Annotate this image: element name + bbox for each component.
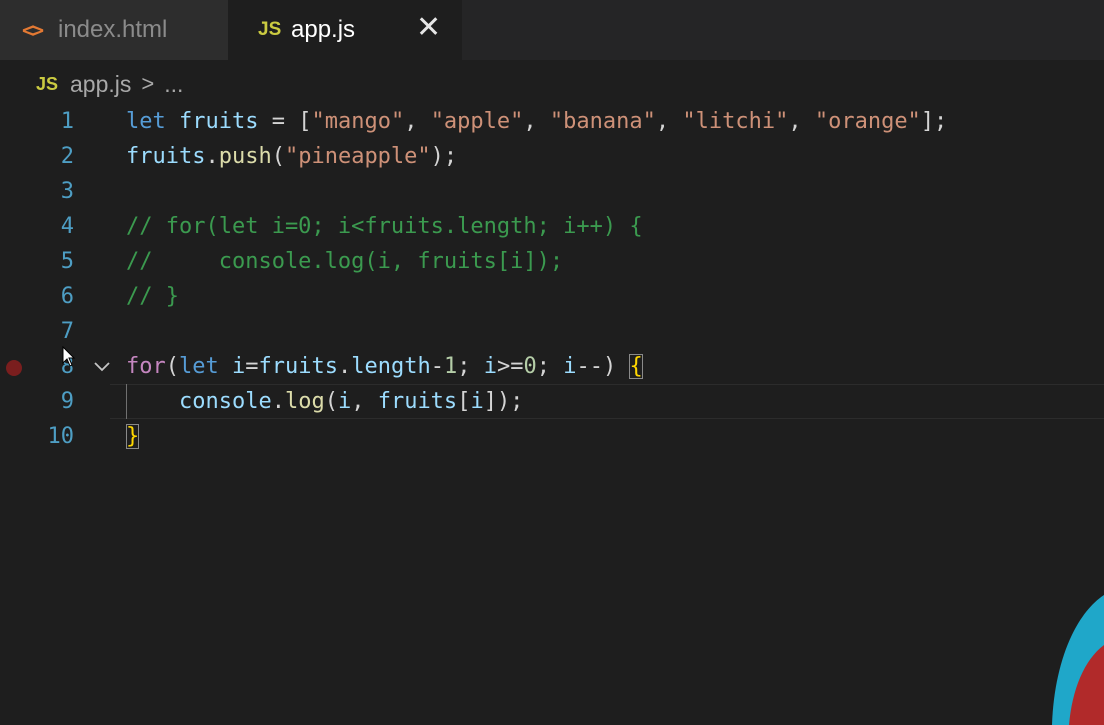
close-icon[interactable]: ✕ [416, 13, 441, 43]
line-number: 4 [60, 214, 74, 239]
matching-bracket: } [126, 424, 140, 449]
line-number: 6 [60, 284, 74, 309]
breadcrumb: JS app.js > ... [0, 62, 1104, 106]
tab-label: index.html [58, 16, 168, 43]
matching-bracket: { [629, 354, 643, 379]
line-comment: // console.log(i, fruits[i]); [126, 249, 564, 274]
line-code: } [126, 419, 140, 454]
mouse-pointer-icon [62, 346, 76, 367]
code-line: 5 // console.log(i, fruits[i]); [0, 244, 1104, 279]
line-number: 3 [60, 179, 74, 204]
tab-index-html[interactable]: <> index.html [0, 0, 228, 60]
chevron-down-icon[interactable] [92, 358, 112, 376]
js-file-icon: JS [258, 19, 282, 40]
line-number: 7 [60, 319, 74, 344]
line-code: let fruits = ["mango", "apple", "banana"… [126, 109, 948, 134]
tab-bar: <> index.html JS app.js ✕ [0, 0, 1104, 60]
line-number: 5 [60, 249, 74, 274]
code-line: 4 // for(let i=0; i<fruits.length; i++) … [0, 209, 1104, 244]
breadcrumb-more[interactable]: ... [164, 71, 183, 98]
code-line: 7 [0, 314, 1104, 349]
line-number: 10 [47, 424, 75, 449]
code-line: 2 fruits.push("pineapple"); [0, 139, 1104, 174]
code-line: 10 } [0, 419, 1104, 454]
line-comment: // } [126, 284, 179, 309]
decorative-overlay [1052, 595, 1104, 725]
html-file-icon: <> [22, 18, 44, 42]
line-code: for(let i=fruits.length-1; i>=0; i--) { [126, 354, 643, 379]
line-comment: // for(let i=0; i<fruits.length; i++) { [126, 214, 643, 239]
line-code: console.log(i, fruits[i]); [178, 389, 524, 414]
tab-label: app.js [291, 16, 356, 43]
line-number: 1 [60, 109, 74, 134]
code-line: 1 let fruits = ["mango", "apple", "banan… [0, 104, 1104, 139]
line-number: 2 [60, 144, 74, 169]
line-number: 9 [60, 389, 74, 414]
code-line: 3 [0, 174, 1104, 209]
code-line: 9 console.log(i, fruits[i]); [0, 384, 1104, 419]
tab-app-js[interactable]: JS app.js ✕ [228, 0, 462, 60]
breadcrumb-file[interactable]: app.js [70, 71, 131, 98]
line-code: fruits.push("pineapple"); [126, 144, 458, 169]
chevron-right-icon: > [141, 71, 155, 96]
js-file-icon: JS [36, 73, 59, 94]
code-line: 6 // } [0, 279, 1104, 314]
code-line: 8 for(let i=fruits.length-1; i>=0; i--) … [0, 349, 1104, 384]
code-editor[interactable]: 1 let fruits = ["mango", "apple", "banan… [0, 104, 1104, 725]
